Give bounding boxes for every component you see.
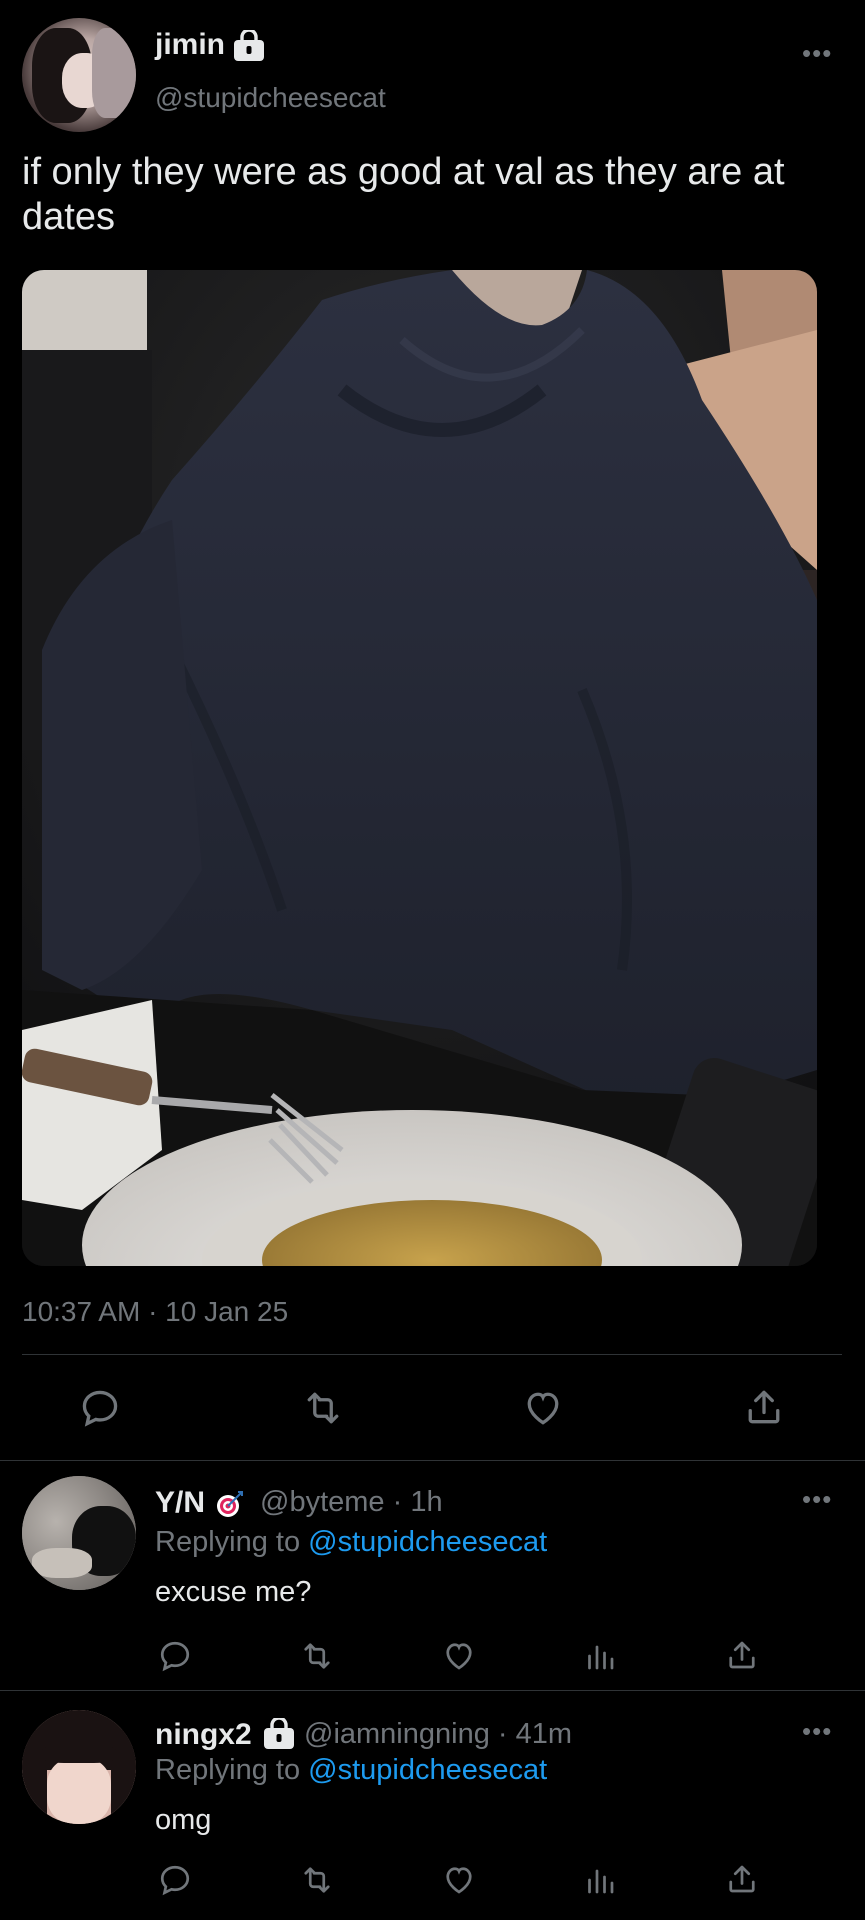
section-divider bbox=[0, 1690, 865, 1691]
reply-handle-text[interactable]: @byteme bbox=[260, 1486, 385, 1518]
author-display-name[interactable]: jimin bbox=[155, 28, 225, 62]
reply-text: excuse me? bbox=[155, 1576, 312, 1608]
section-divider bbox=[0, 1460, 865, 1461]
reply-avatar[interactable] bbox=[22, 1710, 136, 1824]
reply-retweet-icon[interactable] bbox=[298, 1862, 336, 1898]
reply-time: · 41m bbox=[497, 1718, 573, 1750]
author-avatar[interactable] bbox=[22, 18, 136, 132]
reply-share-icon[interactable] bbox=[724, 1636, 760, 1674]
replying-to-link[interactable]: @stupidcheesecat bbox=[308, 1754, 547, 1786]
replying-to-prefix: Replying to bbox=[155, 1754, 301, 1786]
reply-like-icon[interactable] bbox=[440, 1638, 478, 1674]
replying-to-link[interactable]: @stupidcheesecat bbox=[308, 1526, 547, 1558]
reply-avatar[interactable] bbox=[22, 1476, 136, 1590]
reply-handle[interactable]: @byteme · 1h bbox=[260, 1486, 443, 1519]
reply-handle-text[interactable]: @iamningning bbox=[304, 1718, 490, 1750]
reply-time: · 1h bbox=[392, 1486, 443, 1518]
reply-handle[interactable]: @iamningning · 41m bbox=[304, 1718, 572, 1751]
reply-more-options-icon[interactable]: ••• bbox=[802, 1718, 832, 1744]
reply-icon[interactable] bbox=[78, 1386, 122, 1430]
reply-like-icon[interactable] bbox=[440, 1862, 478, 1898]
reply-text: omg bbox=[155, 1804, 212, 1836]
retweet-icon[interactable] bbox=[300, 1386, 346, 1430]
lock-icon bbox=[262, 1718, 296, 1750]
tweet-timestamp: 10:37 AM · 10 Jan 25 bbox=[22, 1296, 289, 1327]
tweet-photo[interactable] bbox=[22, 270, 817, 1266]
share-icon[interactable] bbox=[742, 1384, 786, 1430]
reply-reply-icon[interactable] bbox=[157, 1638, 193, 1674]
tweet-text: if only they were as good at val as they… bbox=[22, 151, 785, 238]
author-handle[interactable]: @stupidcheesecat bbox=[155, 82, 386, 114]
replying-to-line: Replying to @stupidcheesecat bbox=[155, 1754, 547, 1787]
more-options-icon[interactable]: ••• bbox=[802, 40, 832, 66]
reply-analytics-icon[interactable] bbox=[582, 1638, 618, 1674]
reply-analytics-icon[interactable] bbox=[582, 1862, 618, 1898]
reply-more-options-icon[interactable]: ••• bbox=[802, 1486, 832, 1512]
reply-share-icon[interactable] bbox=[724, 1860, 760, 1898]
reply-reply-icon[interactable] bbox=[157, 1862, 193, 1898]
target-emoji-icon bbox=[214, 1490, 244, 1520]
replying-to-line: Replying to @stupidcheesecat bbox=[155, 1526, 547, 1559]
lock-icon bbox=[232, 30, 266, 62]
like-icon[interactable] bbox=[520, 1386, 566, 1430]
reply-display-name[interactable]: ningx2 bbox=[155, 1718, 252, 1752]
replying-to-prefix: Replying to bbox=[155, 1526, 301, 1558]
reply-retweet-icon[interactable] bbox=[298, 1638, 336, 1674]
timestamp-divider bbox=[22, 1354, 842, 1355]
reply-display-name[interactable]: Y/N bbox=[155, 1486, 205, 1520]
